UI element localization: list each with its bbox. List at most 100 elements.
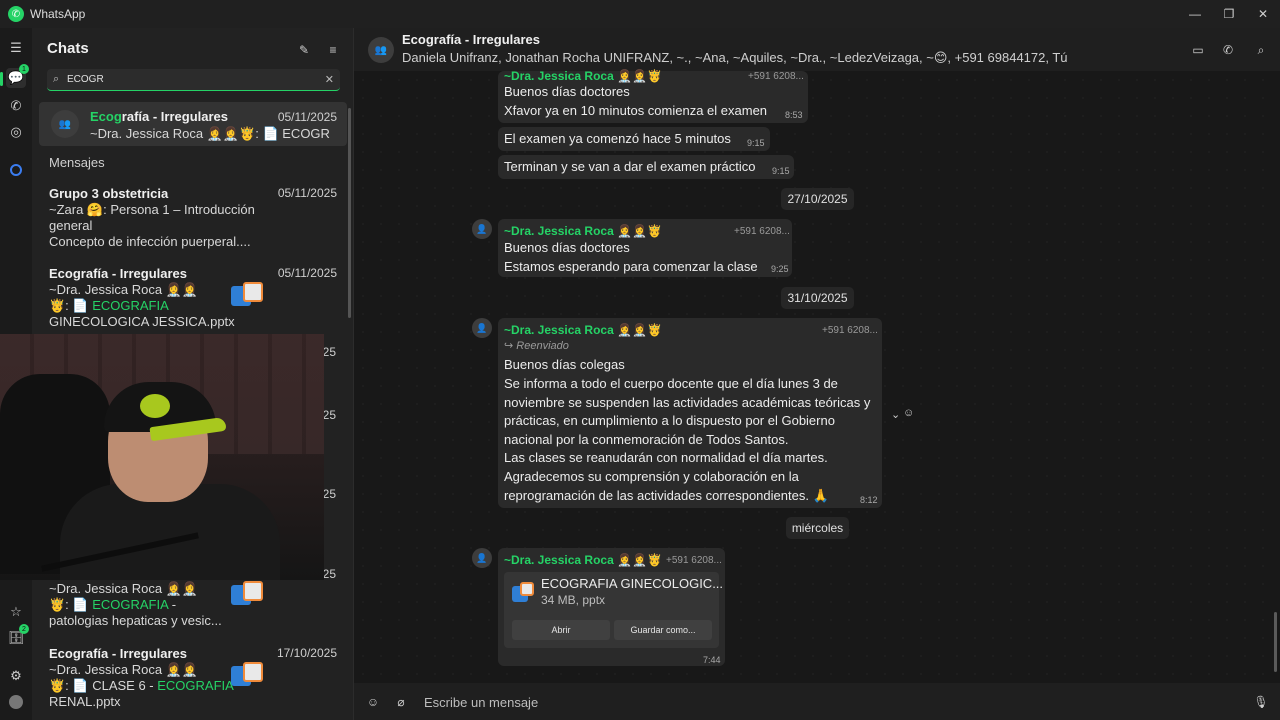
chat-name: Grupo 3 obstetricia bbox=[49, 186, 169, 201]
message-text: Buenos días doctores bbox=[504, 240, 630, 255]
chats-heading: Chats bbox=[47, 40, 89, 57]
sender-phone: +591 6208... bbox=[822, 325, 878, 336]
message-text: Buenos días colegas bbox=[504, 357, 625, 372]
chat-date: 17/10/2025 bbox=[276, 646, 337, 660]
chats-icon[interactable]: 💬 1 bbox=[6, 64, 29, 88]
message-text: Se informa a todo el cuerpo docente que … bbox=[504, 376, 838, 391]
voice-call-icon[interactable]: ✆ bbox=[1218, 40, 1238, 60]
open-file-button[interactable]: Abrir bbox=[512, 620, 610, 640]
conversation-scrollbar[interactable] bbox=[1274, 612, 1277, 672]
message-sender[interactable]: ~Dra. Jessica Roca 👩‍⚕️👩‍⚕️🤴 bbox=[504, 224, 662, 238]
maximize-button[interactable]: ❐ bbox=[1212, 0, 1246, 28]
meta-ai-icon[interactable] bbox=[6, 160, 26, 180]
chat-result-selected[interactable]: 👥 Ecografía - Irregulares 05/11/2025 ~Dr… bbox=[39, 102, 347, 146]
chat-date: 05/11/2025 bbox=[277, 266, 337, 280]
close-button[interactable]: ✕ bbox=[1246, 0, 1280, 28]
preview-line: 🤴: 📄 ECOGRAFIA - bbox=[49, 597, 177, 612]
video-call-icon[interactable]: ▭ bbox=[1188, 40, 1208, 60]
message-sender[interactable]: ~Dra. Jessica Roca 👩‍⚕️👩‍⚕️🤴 bbox=[504, 69, 662, 83]
search-input[interactable] bbox=[67, 74, 325, 85]
new-chat-icon[interactable]: ✎ bbox=[294, 40, 314, 60]
date-separator: miércoles bbox=[786, 517, 849, 539]
file-name: ECOGRAFIA GINECOLOGIC... bbox=[541, 576, 724, 591]
starred-icon[interactable]: ☆ bbox=[6, 602, 26, 622]
message-result[interactable]: ~Dra. Jessica Roca 👩‍⚕️👩‍⚕️ 🤴: 📄 ECOGRAF… bbox=[39, 573, 347, 633]
chat-date: 25 bbox=[322, 345, 336, 359]
title-bar: ✆ WhatsApp — ❐ ✕ bbox=[0, 0, 1280, 28]
chevron-down-icon[interactable]: ⌄ bbox=[891, 408, 900, 421]
message-sender[interactable]: ~Dra. Jessica Roca 👩‍⚕️👩‍⚕️🤴 bbox=[504, 323, 662, 337]
message-text: Buenos días doctores bbox=[504, 84, 630, 99]
group-avatar-icon: 👥 bbox=[368, 37, 394, 63]
sender-phone: +591 6208... bbox=[734, 226, 790, 237]
search-icon: ⌕ bbox=[53, 73, 60, 85]
mic-icon[interactable]: 🎙 bbox=[1252, 693, 1270, 711]
preview-line: ~Zara 🤗: Persona 1 – Introducción bbox=[49, 202, 255, 217]
filter-icon[interactable]: ≡ bbox=[323, 40, 343, 60]
conversation-members: Daniela Unifranz, Jonathan Rocha UNIFRAN… bbox=[402, 50, 1068, 65]
messages-section-label: Mensajes bbox=[49, 155, 105, 170]
message-time: 8:53 bbox=[785, 110, 803, 120]
app-title: WhatsApp bbox=[30, 7, 86, 21]
message-text: Estamos esperando para comenzar la clase bbox=[504, 259, 758, 274]
calls-icon[interactable]: ✆ bbox=[6, 96, 26, 116]
message-text: nacional por la conmemoración de Todos S… bbox=[504, 432, 789, 447]
webcam-overlay bbox=[0, 334, 324, 580]
conversation-header[interactable]: 👥 Ecografía - Irregulares Daniela Unifra… bbox=[354, 28, 1280, 71]
whatsapp-window: ✆ WhatsApp — ❐ ✕ ☰ 💬 1 ✆ ◎ ☆ 🗄 2 ⚙ Chats ✎… bbox=[0, 0, 1280, 720]
message-result[interactable]: Grupo 3 obstetricia 05/11/2025 ~Zara 🤗: … bbox=[39, 178, 347, 252]
conversation-title: Ecografía - Irregulares bbox=[402, 32, 540, 47]
message-input[interactable] bbox=[424, 692, 1244, 712]
file-attachment[interactable]: ECOGRAFIA GINECOLOGIC... 34 MB, pptx Abr… bbox=[504, 572, 723, 648]
chat-date: 25 bbox=[322, 408, 336, 422]
message-text: Terminan y se van a dar el examen prácti… bbox=[504, 159, 756, 174]
preview-line: patologias hepaticas y vesic... bbox=[49, 613, 222, 628]
message-text: Xfavor ya en 10 minutos comienza el exam… bbox=[504, 103, 768, 118]
pptx-file-icon bbox=[231, 581, 263, 609]
message-text: prácticas, en cumplimiento a lo dispuest… bbox=[504, 413, 835, 428]
profile-icon[interactable] bbox=[6, 692, 26, 712]
message-time: 9:25 bbox=[771, 264, 789, 274]
search-box: ⌕ ✕ bbox=[47, 69, 340, 91]
attach-icon[interactable]: ⌀ bbox=[392, 693, 410, 711]
chat-date: 25 bbox=[322, 487, 336, 501]
chat-date: 05/11/2025 bbox=[277, 110, 337, 124]
sender-avatar-icon[interactable]: 👤 bbox=[472, 219, 492, 239]
settings-icon[interactable]: ⚙ bbox=[6, 666, 26, 686]
preview-line: 🤴: 📄 ECOGRAFIA bbox=[49, 298, 169, 313]
preview-line: 🤴: 📄 CLASE 6 - ECOGRAFIA bbox=[49, 678, 234, 693]
archived-icon[interactable]: 🗄 2 bbox=[6, 624, 29, 648]
status-icon[interactable]: ◎ bbox=[6, 122, 26, 142]
sender-avatar-icon[interactable]: 👤 bbox=[472, 548, 492, 568]
sender-avatar-icon[interactable]: 👤 bbox=[472, 318, 492, 338]
message-sender[interactable]: ~Dra. Jessica Roca 👩‍⚕️👩‍⚕️🤴 bbox=[504, 553, 662, 567]
preview-line: ~Dra. Jessica Roca 👩‍⚕️👩‍⚕️ bbox=[49, 282, 199, 297]
message-text: Agradecemos su comprensión y colaboració… bbox=[504, 469, 799, 484]
date-separator: 31/10/2025 bbox=[781, 287, 854, 309]
menu-icon[interactable]: ☰ bbox=[6, 38, 26, 58]
date-separator: 27/10/2025 bbox=[781, 188, 854, 210]
message-text: noviembre se suspenden las actividades a… bbox=[504, 395, 871, 410]
message-result[interactable]: Ecografía - Irregulares 05/11/2025 ~Dra.… bbox=[39, 258, 347, 332]
chat-date: 05/11/2025 bbox=[277, 186, 337, 200]
chat-preview: ~Dra. Jessica Roca 👩‍⚕️👩‍⚕️🤴: 📄 ECOGR... bbox=[90, 126, 330, 141]
message-composer: ☺ ⌀ 🎙 bbox=[354, 683, 1280, 720]
save-as-button[interactable]: Guardar como... bbox=[614, 620, 712, 640]
pptx-file-icon bbox=[231, 282, 263, 310]
preview-line: RENAL.pptx bbox=[49, 694, 121, 709]
message-text: Las clases se reanudarán con normalidad … bbox=[504, 450, 828, 465]
sender-phone: +591 6208... bbox=[666, 555, 722, 566]
clear-icon[interactable]: ✕ bbox=[325, 73, 334, 86]
message-result[interactable]: Ecografía - Irregulares 17/10/2025 ~Dra.… bbox=[39, 638, 347, 712]
message-time: 7:44 bbox=[703, 655, 721, 665]
whatsapp-logo-icon: ✆ bbox=[8, 6, 24, 22]
minimize-button[interactable]: — bbox=[1178, 0, 1212, 28]
emoji-icon[interactable]: ☺ bbox=[364, 693, 382, 711]
chat-list-scrollbar[interactable] bbox=[348, 108, 351, 318]
preview-line: general bbox=[49, 218, 93, 233]
search-icon[interactable]: ⌕ bbox=[1251, 40, 1271, 60]
message-time: 9:15 bbox=[747, 138, 765, 148]
emoji-react-icon[interactable]: ☺ bbox=[903, 407, 914, 419]
message-time: 8:12 bbox=[860, 495, 878, 505]
preview-line: ~Dra. Jessica Roca 👩‍⚕️👩‍⚕️ bbox=[49, 662, 199, 677]
